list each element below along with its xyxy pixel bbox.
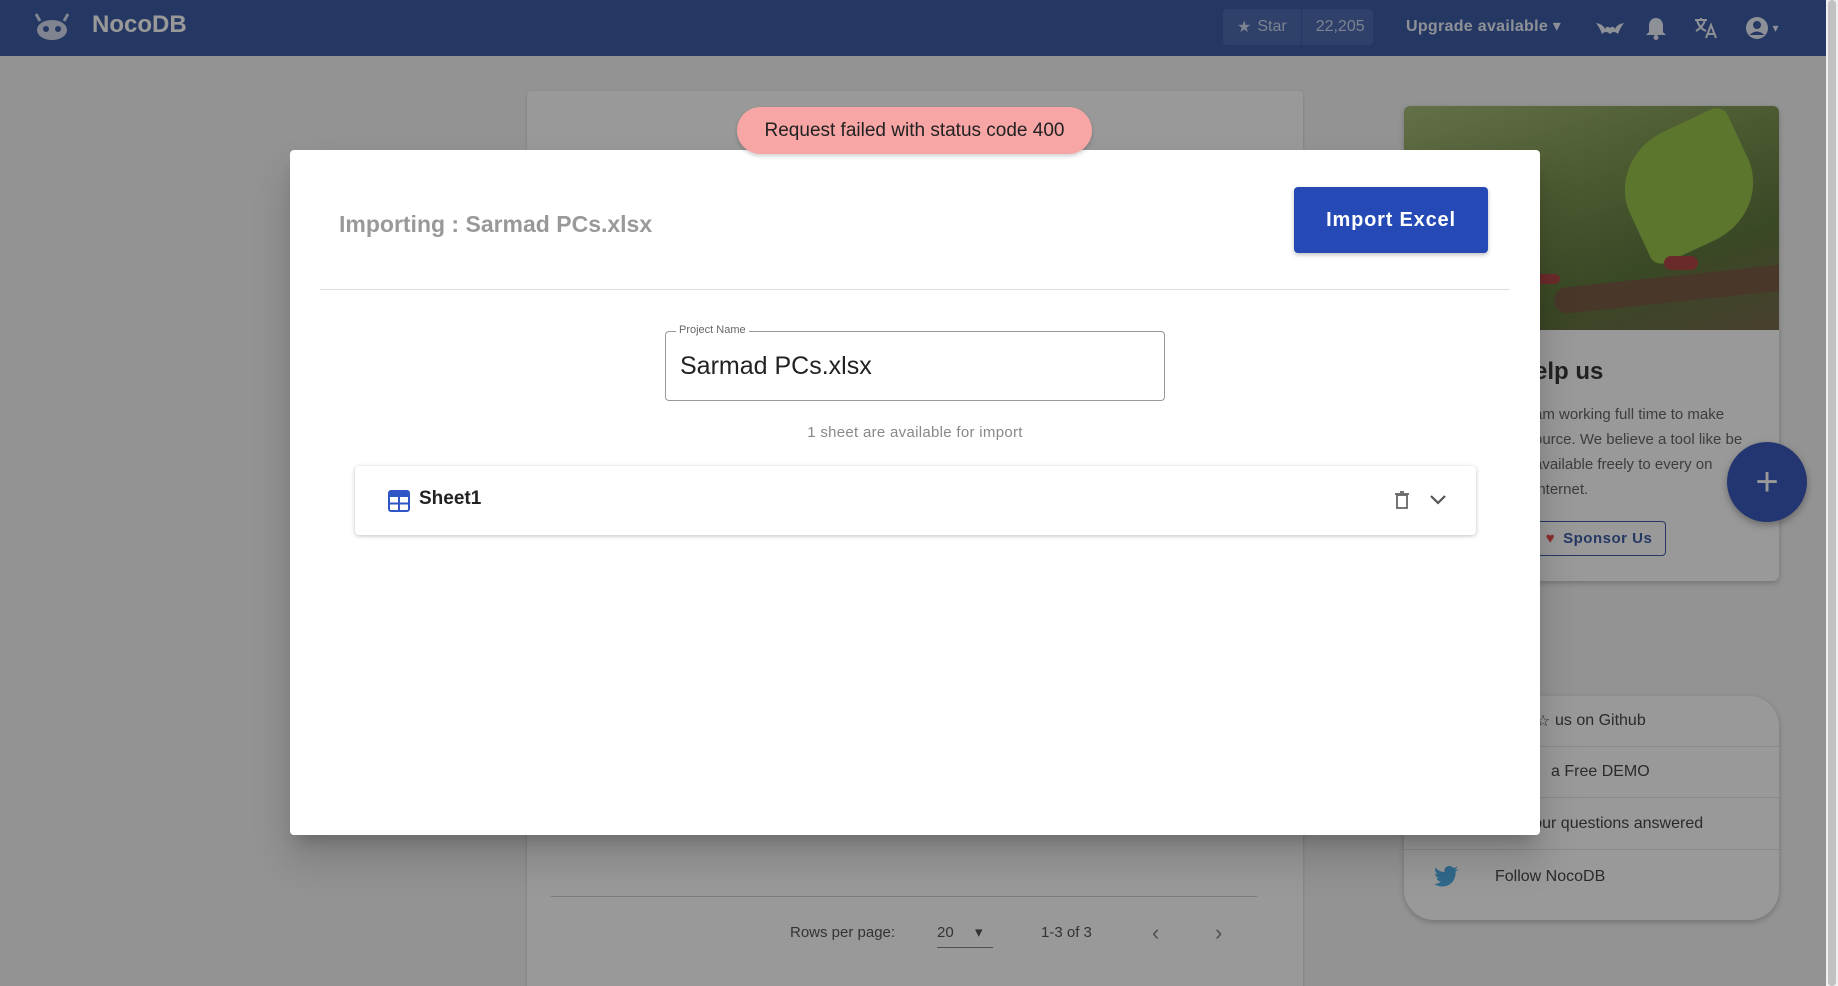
page-scroll-thumb[interactable]: [1828, 0, 1836, 986]
project-name-field[interactable]: Project Name Sarmad PCs.xlsx: [665, 324, 1165, 401]
sheet-name: Sheet1: [419, 488, 482, 509]
delete-icon[interactable]: [1393, 490, 1411, 510]
dialog-divider: [320, 289, 1510, 290]
table-icon: [388, 490, 410, 512]
import-excel-button[interactable]: Import Excel: [1294, 187, 1488, 253]
error-toast-message: Request failed with status code 400: [764, 119, 1065, 141]
project-name-input[interactable]: Sarmad PCs.xlsx: [680, 352, 872, 381]
chevron-down-icon[interactable]: [1428, 492, 1448, 508]
import-excel-dialog: Importing : Sarmad PCs.xlsx Import Excel…: [290, 150, 1540, 835]
dialog-title: Importing : Sarmad PCs.xlsx: [339, 211, 653, 237]
sheet-expansion-panel[interactable]: Sheet1: [355, 466, 1476, 535]
sheets-available-text: 1 sheet are available for import: [807, 424, 1023, 441]
project-name-label: Project Name: [676, 324, 749, 336]
error-toast: Request failed with status code 400: [737, 107, 1092, 154]
